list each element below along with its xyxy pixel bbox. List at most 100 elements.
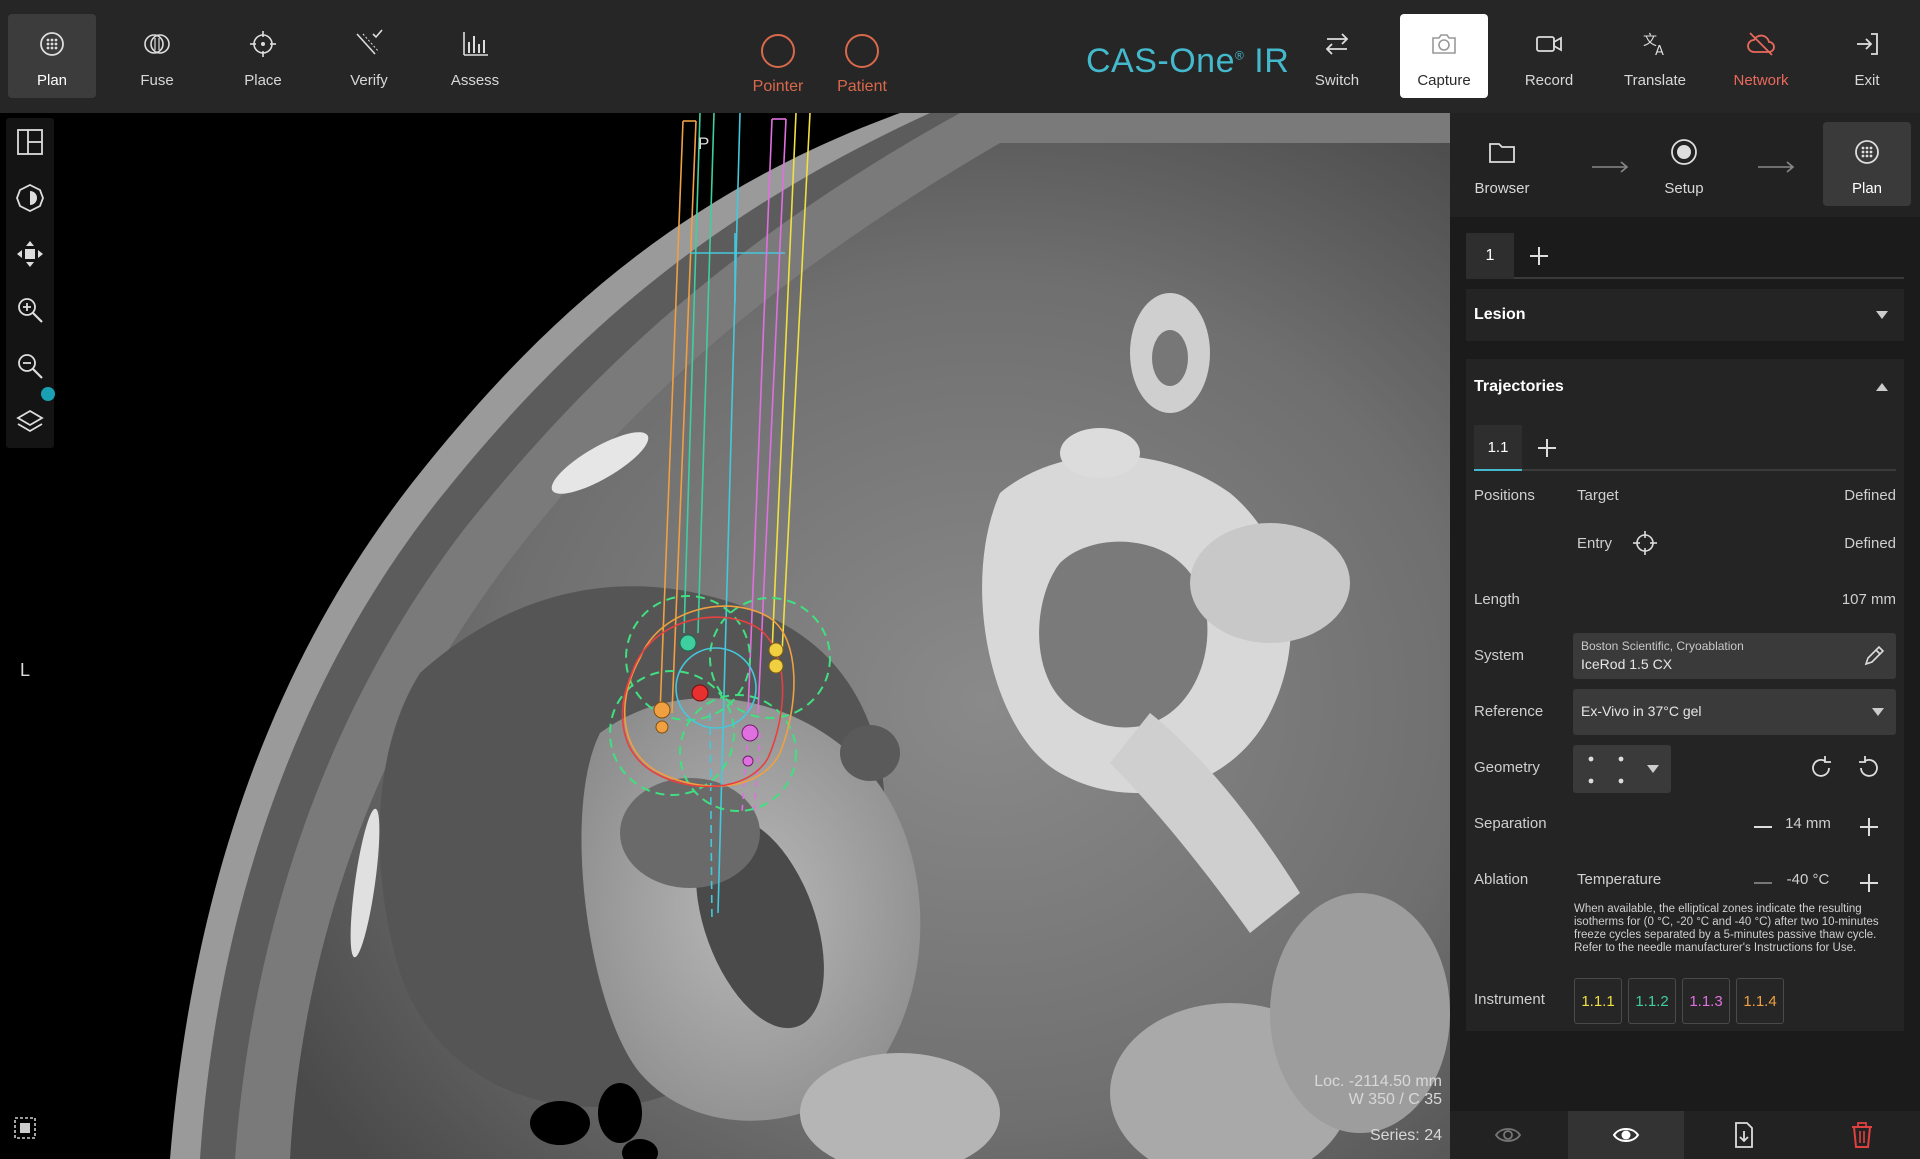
- add-plan-icon[interactable]: [1524, 241, 1554, 271]
- rotate-counterclockwise-icon[interactable]: [1856, 755, 1882, 781]
- hide-overlay-button[interactable]: [1450, 1111, 1566, 1159]
- add-trajectory-icon[interactable]: [1532, 433, 1562, 463]
- plan-tool-label: Plan: [36, 72, 68, 89]
- zoom-in-button[interactable]: [16, 296, 44, 324]
- layers-icon: [16, 409, 44, 433]
- panel-bottom-bar: [1450, 1111, 1920, 1159]
- switch-icon: [1325, 33, 1349, 55]
- rotate-clockwise-icon[interactable]: [1808, 755, 1834, 781]
- plus-icon[interactable]: [1858, 816, 1880, 838]
- translate-label: Translate: [1624, 72, 1686, 89]
- patient-status[interactable]: Patient: [822, 34, 902, 104]
- show-overlay-button[interactable]: [1568, 1111, 1684, 1159]
- trajectory-overlay: [609, 113, 831, 924]
- slice-location: Loc. -2114.50 mm: [1314, 1073, 1442, 1090]
- target-label: Target: [1577, 487, 1619, 504]
- chevron-down-icon[interactable]: [1876, 311, 1888, 319]
- capture-button[interactable]: Capture: [1400, 14, 1488, 98]
- brand-logo: CAS-One® IR: [1086, 42, 1289, 81]
- instrument-1-1-2[interactable]: 1.1.2: [1628, 978, 1676, 1024]
- patient-label: Patient: [837, 78, 887, 95]
- reference-label: Reference: [1474, 703, 1544, 720]
- plan-panel: Browser Setup Plan 1 Lesion Trajectories…: [1450, 113, 1920, 1159]
- assess-tool-label: Assess: [450, 72, 500, 89]
- target-status: Defined: [1844, 487, 1896, 504]
- brand-name: CAS-One: [1086, 42, 1235, 80]
- entry-label: Entry: [1577, 535, 1613, 552]
- orientation-marker-left: L: [20, 660, 31, 680]
- export-plan-button[interactable]: [1686, 1111, 1802, 1159]
- geometry-label: Geometry: [1474, 759, 1540, 776]
- network-off-icon: [1747, 32, 1775, 56]
- exit-label: Exit: [1854, 72, 1880, 89]
- workflow-step-setup[interactable]: Setup: [1640, 122, 1728, 206]
- plan-tool-button[interactable]: Plan: [8, 14, 96, 98]
- workflow-step-plan-label: Plan: [1851, 180, 1883, 197]
- delete-plan-button[interactable]: [1804, 1111, 1920, 1159]
- minus-icon[interactable]: [1752, 872, 1774, 894]
- probe-shaft-1-1-3: [741, 118, 787, 814]
- switch-button[interactable]: Switch: [1293, 14, 1381, 98]
- trash-icon: [1852, 1122, 1872, 1148]
- exit-button[interactable]: Exit: [1823, 14, 1911, 98]
- layout-button[interactable]: [16, 128, 44, 156]
- trajectory-tabs: 1.1: [1474, 425, 1896, 471]
- length-label: Length: [1474, 591, 1520, 608]
- lesion-section[interactable]: Lesion: [1466, 289, 1904, 341]
- chevron-down-icon: [1872, 708, 1884, 716]
- chevron-up-icon[interactable]: [1876, 383, 1888, 391]
- system-label: System: [1474, 647, 1525, 664]
- plus-icon[interactable]: [1858, 872, 1880, 894]
- crosshair-icon[interactable]: [1632, 530, 1658, 556]
- pointer-status[interactable]: Pointer: [738, 34, 818, 104]
- fuse-tool-button[interactable]: Fuse: [113, 14, 201, 98]
- instrument-1-1-3[interactable]: 1.1.3: [1682, 978, 1730, 1024]
- plan-icon: [40, 32, 64, 56]
- instrument-1-1-4[interactable]: 1.1.4: [1736, 978, 1784, 1024]
- instrument-1-1-1[interactable]: 1.1.1: [1574, 978, 1622, 1024]
- trajectory-tab-1-1[interactable]: 1.1: [1474, 425, 1522, 471]
- plan-tabs: 1: [1466, 233, 1904, 279]
- geometry-select[interactable]: [1573, 745, 1671, 793]
- translate-button[interactable]: 文A Translate: [1611, 14, 1699, 98]
- probe-shaft-1-1-2: [683, 113, 715, 634]
- pointer-status-icon: [761, 34, 795, 68]
- assess-tool-button[interactable]: Assess: [431, 14, 519, 98]
- verify-tool-label: Verify: [350, 72, 388, 89]
- probe-shaft-1-1-1: [771, 113, 811, 654]
- workflow-step-browser[interactable]: Browser: [1458, 122, 1546, 206]
- series-number: Series: 24: [1369, 1127, 1442, 1144]
- reference-value: Ex-Vivo in 37°C gel: [1581, 703, 1702, 719]
- system-field[interactable]: Boston Scientific, Cryoablation IceRod 1…: [1573, 633, 1896, 679]
- length-value: 107 mm: [1841, 591, 1896, 608]
- plan-tab-1[interactable]: 1: [1466, 233, 1514, 279]
- assess-icon: [463, 32, 488, 56]
- separation-label: Separation: [1474, 815, 1547, 832]
- place-tool-button[interactable]: Place: [219, 14, 307, 98]
- layers-button[interactable]: [16, 408, 44, 436]
- pan-button[interactable]: [16, 240, 44, 268]
- positions-label: Positions: [1474, 487, 1535, 504]
- workflow-arrow-icon: [1592, 161, 1629, 173]
- window-level-button[interactable]: [16, 183, 44, 213]
- network-button[interactable]: Network: [1717, 14, 1805, 98]
- orientation-marker-top: P: [698, 134, 710, 153]
- minus-icon[interactable]: [1752, 816, 1774, 838]
- reference-select[interactable]: Ex-Vivo in 37°C gel: [1573, 689, 1896, 735]
- probe-tip-yellow-a: [768, 642, 784, 658]
- edit-pencil-icon[interactable]: [1862, 644, 1886, 668]
- probe-tip-orange-a: [653, 701, 671, 719]
- selection-icon[interactable]: [12, 1115, 38, 1141]
- workflow-step-plan[interactable]: Plan: [1823, 122, 1911, 206]
- record-button[interactable]: Record: [1505, 14, 1593, 98]
- probe-tip-magenta-b: [742, 755, 754, 767]
- eye-icon: [1612, 1128, 1640, 1142]
- verify-tool-button[interactable]: Verify: [325, 14, 413, 98]
- probe-tip-yellow-b: [768, 658, 784, 674]
- temperature-label: Temperature: [1577, 871, 1662, 888]
- target-icon: [1671, 139, 1697, 165]
- zoom-out-button[interactable]: [16, 352, 44, 380]
- probe-tip-green: [679, 634, 697, 652]
- separation-value: 14 mm: [1785, 815, 1831, 832]
- place-icon: [250, 31, 276, 57]
